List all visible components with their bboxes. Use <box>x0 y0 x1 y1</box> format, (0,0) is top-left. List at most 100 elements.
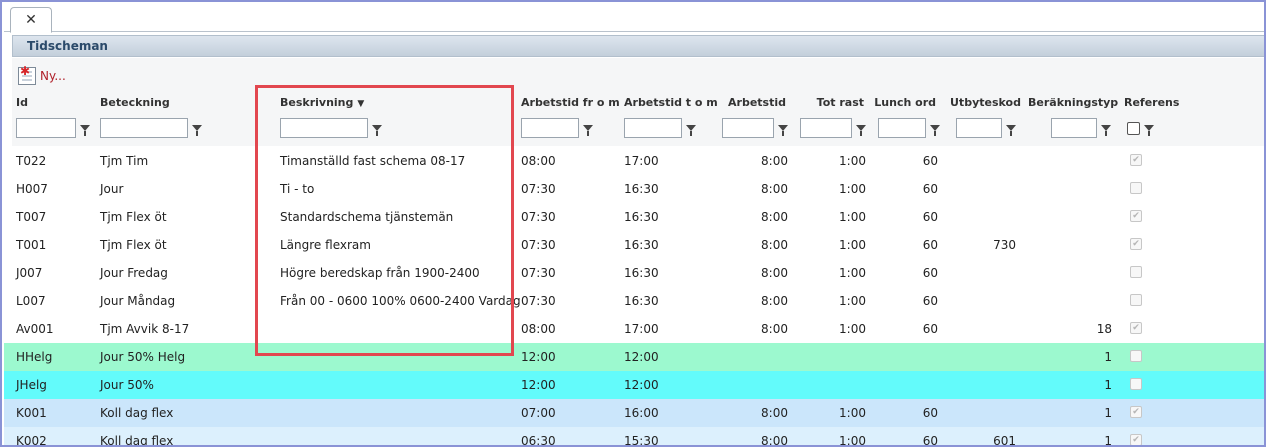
filter-utbyte-input[interactable] <box>956 118 1002 138</box>
column-header-beskrivning-label: Beskrivning <box>280 96 354 109</box>
column-header-lunch[interactable]: Lunch ord <box>872 96 936 109</box>
filter-beteckning <box>100 117 202 139</box>
column-header-tom[interactable]: Arbetstid t o m <box>624 96 718 109</box>
filter-beteckning-input[interactable] <box>100 118 188 138</box>
cell-arbetstid: 8:00 <box>761 266 788 280</box>
referens-checkbox[interactable] <box>1130 182 1142 194</box>
cell-rast: 1:00 <box>839 322 866 336</box>
cell-rast: 1:00 <box>839 266 866 280</box>
cell-id: HHelg <box>16 350 53 364</box>
cell-id: T001 <box>16 238 47 252</box>
column-header-utbyte[interactable]: Utbyteskod <box>950 96 1021 109</box>
filter-icon[interactable] <box>930 125 940 136</box>
cell-tom: 16:30 <box>624 294 659 308</box>
table-row[interactable]: K002 Koll dag flex 06:30 15:30 8:00 1:00 60 601… <box>4 427 1264 445</box>
referens-checkbox[interactable] <box>1130 294 1142 306</box>
referens-checkbox[interactable] <box>1130 378 1142 390</box>
filter-tom-input[interactable] <box>624 118 682 138</box>
cell-rast: 1:00 <box>839 238 866 252</box>
filter-icon[interactable] <box>686 125 696 136</box>
column-header-fr[interactable]: Arbetstid fr o m <box>521 96 620 109</box>
filter-icon[interactable] <box>856 125 866 136</box>
referens-checkbox[interactable]: ✔ <box>1130 434 1142 445</box>
cell-tom: 17:00 <box>624 322 659 336</box>
cell-lunch: 60 <box>922 266 938 280</box>
referens-checkbox[interactable] <box>1130 350 1142 362</box>
filter-icon[interactable] <box>1101 125 1111 136</box>
filter-beskrivning-input[interactable] <box>280 118 368 138</box>
cell-beteckning: Jour 50% Helg <box>100 350 186 364</box>
cell-tom: 16:30 <box>624 210 659 224</box>
referens-checkbox[interactable]: ✔ <box>1130 154 1142 166</box>
filter-icon[interactable] <box>80 125 90 136</box>
column-header-rast[interactable]: Tot rast <box>794 96 864 109</box>
referens-checkbox[interactable]: ✔ <box>1130 322 1142 334</box>
cell-beteckning: Koll dag flex <box>100 406 174 420</box>
table-row[interactable]: T001 Tjm Flex öt Längre flexram 07:30 16:30 8… <box>4 231 1264 259</box>
tab-strip: ✕ <box>4 4 1264 33</box>
column-header-beskrivning[interactable]: Beskrivning ▼ <box>280 96 364 109</box>
cell-beskrivning: Högre beredskap från 1900-2400 <box>280 266 480 280</box>
panel-title: Tidscheman <box>12 35 1264 57</box>
column-header-berakning[interactable]: Beräkningstyp <box>1028 96 1118 109</box>
filter-berakning-input[interactable] <box>1051 118 1097 138</box>
referens-checkbox[interactable] <box>1130 266 1142 278</box>
column-header-referens[interactable]: Referens <box>1124 96 1179 109</box>
filter-fr-input[interactable] <box>521 118 579 138</box>
cell-fr: 12:00 <box>521 378 556 392</box>
filter-rast-input[interactable] <box>800 118 852 138</box>
cell-beteckning: Jour 50% <box>100 378 154 392</box>
cell-beskrivning: Längre flexram <box>280 238 371 252</box>
cell-tom: 16:30 <box>624 266 659 280</box>
filter-referens-checkbox[interactable] <box>1127 121 1140 135</box>
filter-icon[interactable] <box>192 125 202 136</box>
cell-beskrivning: Timanställd fast schema 08-17 <box>280 154 466 168</box>
table-row[interactable]: JHelg Jour 50% 12:00 12:00 1 <box>4 371 1264 399</box>
filter-icon[interactable] <box>778 125 788 136</box>
cell-arbetstid: 8:00 <box>761 182 788 196</box>
cell-id: K001 <box>16 406 47 420</box>
cell-id: J007 <box>16 266 43 280</box>
cell-fr: 07:30 <box>521 266 556 280</box>
table-row[interactable]: HHelg Jour 50% Helg 12:00 12:00 1 <box>4 343 1264 371</box>
column-header-id[interactable]: Id <box>16 96 28 109</box>
filter-icon[interactable] <box>583 125 593 136</box>
table-row[interactable]: L007 Jour Måndag Från 00 - 0600 100% 0600-… <box>4 287 1264 315</box>
cell-tom: 12:00 <box>624 378 659 392</box>
cell-fr: 07:30 <box>521 182 556 196</box>
filter-arbetstid-input[interactable] <box>722 118 774 138</box>
cell-beteckning: Tjm Flex öt <box>100 238 167 252</box>
filter-berakning <box>1051 117 1111 139</box>
new-button[interactable]: Ny... <box>18 64 66 86</box>
cell-lunch: 60 <box>922 182 938 196</box>
new-document-icon <box>18 64 36 85</box>
column-header-beteckning[interactable]: Beteckning <box>100 96 170 109</box>
cell-rast: 1:00 <box>839 182 866 196</box>
table-row[interactable]: H007 Jour Ti - to 07:30 16:30 8:00 1:00 60 <box>4 175 1264 203</box>
table-row[interactable]: Av001 Tjm Avvik 8-17 08:00 17:00 8:00 1:00 60 1… <box>4 315 1264 343</box>
cell-arbetstid: 8:00 <box>761 406 788 420</box>
filter-icon[interactable] <box>372 125 382 136</box>
table-row[interactable]: T007 Tjm Flex öt Standardschema tjänstemän… <box>4 203 1264 231</box>
column-header-arbetstid[interactable]: Arbetstid <box>716 96 786 109</box>
new-button-label: Ny... <box>40 69 66 83</box>
table-row[interactable]: K001 Koll dag flex 07:00 16:00 8:00 1:00 60 1 ✔ <box>4 399 1264 427</box>
referens-checkbox[interactable]: ✔ <box>1130 238 1142 250</box>
table-row[interactable]: T022 Tjm Tim Timanställd fast schema 08-17… <box>4 147 1264 175</box>
cell-arbetstid: 8:00 <box>761 294 788 308</box>
close-tab-button[interactable]: ✕ <box>10 7 52 33</box>
cell-tom: 12:00 <box>624 350 659 364</box>
filter-icon[interactable] <box>1144 125 1154 136</box>
referens-checkbox[interactable]: ✔ <box>1130 406 1142 418</box>
cell-rast: 1:00 <box>839 406 866 420</box>
cell-fr: 12:00 <box>521 350 556 364</box>
table-row[interactable]: J007 Jour Fredag Högre beredskap från 1900… <box>4 259 1264 287</box>
cell-utbyte: 730 <box>993 238 1016 252</box>
cell-id: T022 <box>16 154 47 168</box>
filter-id-input[interactable] <box>16 118 76 138</box>
referens-checkbox[interactable]: ✔ <box>1130 210 1142 222</box>
cell-arbetstid: 8:00 <box>761 154 788 168</box>
filter-lunch-input[interactable] <box>878 118 926 138</box>
cell-beteckning: Tjm Tim <box>100 154 149 168</box>
filter-icon[interactable] <box>1006 125 1016 136</box>
